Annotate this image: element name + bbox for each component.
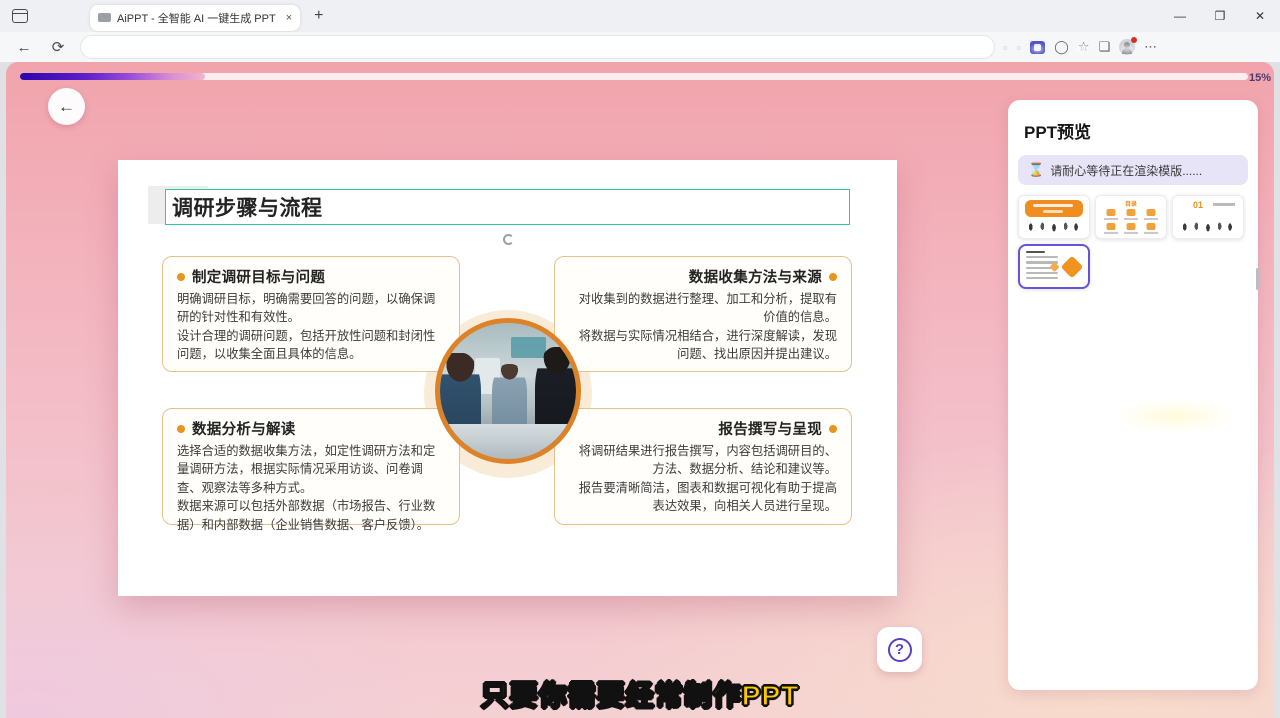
box-title: 数据分析与解读 [192, 418, 296, 439]
box-paragraph: 将数据与实际情况相结合，进行深度解读，发现问题、找出原因并提出建议。 [569, 327, 837, 364]
slide-title: 调研步骤与流程 [166, 192, 323, 222]
photo-person [492, 364, 527, 424]
address-bar[interactable] [80, 35, 995, 59]
ppt-preview-panel: PPT预览 ⌛ 请耐心等待正在渲染模版...... 目录 01 [1008, 100, 1258, 690]
box-paragraph: 将调研结果进行报告撰写，内容包括调研目的、方法、数据分析、结论和建议等。 [569, 442, 837, 479]
box-paragraph: 报告要清晰简洁，图表和数据可视化有助于提高表达效果，向相关人员进行呈现。 [569, 479, 837, 516]
aippt-page: 15% ← 调研步骤与流程 制定调研目标与问题 明确调研目标，明确需要回答的问题… [6, 62, 1274, 718]
thumbnail-current-slide[interactable] [1018, 244, 1090, 289]
close-button[interactable]: ✕ [1240, 0, 1280, 32]
meeting-photo [435, 318, 581, 464]
box-title: 制定调研目标与问题 [192, 266, 325, 287]
slide-box-collection[interactable]: 数据收集方法与来源 对收集到的数据进行整理、加工和分析，提取有价值的信息。 将数… [554, 256, 852, 372]
aippt-favicon [98, 13, 111, 22]
notification-dot [1131, 37, 1137, 43]
refresh-icon[interactable]: ⟳ [48, 38, 68, 56]
slide-box-analysis[interactable]: 数据分析与解读 选择合适的数据收集方法，如定性调研方法和定量调研方法，根据实际情… [162, 408, 460, 525]
favorites-icon[interactable]: ☆ [1078, 39, 1090, 55]
bullet-icon [177, 425, 185, 433]
box-title: 数据收集方法与来源 [689, 266, 822, 287]
rendering-status-text: 请耐心等待正在渲染模版...... [1050, 162, 1202, 179]
thumb-toc-grid [1104, 209, 1158, 233]
bullet-icon [177, 273, 185, 281]
thumb-title-blob [1025, 200, 1083, 217]
slide-box-goals[interactable]: 制定调研目标与问题 明确调研目标，明确需要回答的问题，以确保调研的针对性和有效性… [162, 256, 460, 372]
box-paragraph: 对收集到的数据进行整理、加工和分析，提取有价值的信息。 [569, 290, 837, 327]
profile-avatar[interactable] [1119, 39, 1135, 55]
loading-spinner-icon [503, 234, 514, 245]
panel-scrollbar[interactable] [1256, 268, 1259, 290]
minimize-button[interactable]: — [1160, 0, 1200, 32]
video-subtitle: 只要你需要经常制作PPT [6, 674, 1274, 714]
extension-icon[interactable] [1030, 41, 1045, 54]
extension-icon[interactable]: ▫ [1003, 40, 1008, 55]
extension-icon[interactable]: ▫ [1017, 40, 1022, 55]
thumbnail-chapter-slide[interactable]: 01 [1172, 195, 1244, 239]
browser-tab-bar: AiPPT - 全智能 AI 一键生成 PPT × + — ❐ ✕ [0, 0, 1280, 32]
collections-icon[interactable]: ❏ [1098, 39, 1110, 55]
browser-toolbar: ← ⟳ ▫ ▫ ◯ ☆ ❏ ⋯ [0, 32, 1280, 62]
photo-table [440, 424, 576, 459]
bullet-icon [829, 425, 837, 433]
slide-title-textbox[interactable]: 调研步骤与流程 [165, 189, 850, 225]
photo-window [511, 337, 546, 359]
thumb-people-illustration [1179, 220, 1237, 234]
thumb-diamond [1061, 255, 1084, 278]
back-icon[interactable]: ← [14, 39, 34, 56]
extensions-area: ▫ ▫ ◯ ☆ ❏ ⋯ [1003, 39, 1157, 55]
tab-workspaces-icon[interactable] [12, 9, 28, 23]
tab-title: AiPPT - 全智能 AI 一键生成 PPT [117, 10, 276, 26]
more-menu-icon[interactable]: ⋯ [1144, 39, 1157, 55]
preview-panel-title: PPT预览 [1008, 100, 1258, 143]
generation-progress-bar [20, 73, 1248, 80]
extension-icon[interactable]: ◯ [1054, 39, 1069, 55]
browser-tab-active[interactable]: AiPPT - 全智能 AI 一键生成 PPT × [90, 5, 300, 31]
help-button[interactable]: ? [877, 627, 922, 672]
box-paragraph: 选择合适的数据收集方法，如定性调研方法和定量调研方法，根据实际情况采用访谈、问卷… [177, 442, 445, 497]
thumb-chapter-number: 01 [1193, 200, 1203, 210]
new-tab-button[interactable]: + [314, 7, 323, 25]
maximize-button[interactable]: ❐ [1200, 0, 1240, 32]
progress-percent: 15% [1249, 72, 1271, 84]
thumb-chapter-text [1213, 203, 1235, 206]
thumb-people-illustration [1025, 220, 1083, 234]
window-controls: — ❐ ✕ [1160, 0, 1280, 32]
page-back-button[interactable]: ← [48, 88, 85, 125]
thumbnail-list: 目录 01 [1008, 185, 1258, 289]
thumbnail-toc-slide[interactable]: 目录 [1095, 195, 1167, 239]
box-title: 报告撰写与呈现 [718, 418, 822, 439]
thumb-toc-label: 目录 [1125, 199, 1137, 208]
box-paragraph: 数据来源可以包括外部数据（市场报告、行业数据）和内部数据（企业销售数据、客户反馈… [177, 497, 445, 534]
box-paragraph: 设计合理的调研问题，包括开放性问题和封闭性问题，以收集全面且具体的信息。 [177, 327, 445, 364]
box-paragraph: 明确调研目标，明确需要回答的问题，以确保调研的针对性和有效性。 [177, 290, 445, 327]
hourglass-icon: ⌛ [1028, 162, 1044, 178]
question-mark-icon: ? [888, 638, 912, 662]
thumbnail-cover-slide[interactable] [1018, 195, 1090, 239]
watermark [1108, 398, 1243, 434]
progress-fill [20, 73, 205, 80]
tab-close-icon[interactable]: × [286, 12, 292, 24]
bullet-icon [829, 273, 837, 281]
slide-canvas[interactable]: 调研步骤与流程 制定调研目标与问题 明确调研目标，明确需要回答的问题，以确保调研… [118, 160, 897, 596]
rendering-status-banner: ⌛ 请耐心等待正在渲染模版...... [1018, 155, 1248, 185]
slide-box-report[interactable]: 报告撰写与呈现 将调研结果进行报告撰写，内容包括调研目的、方法、数据分析、结论和… [554, 408, 852, 525]
